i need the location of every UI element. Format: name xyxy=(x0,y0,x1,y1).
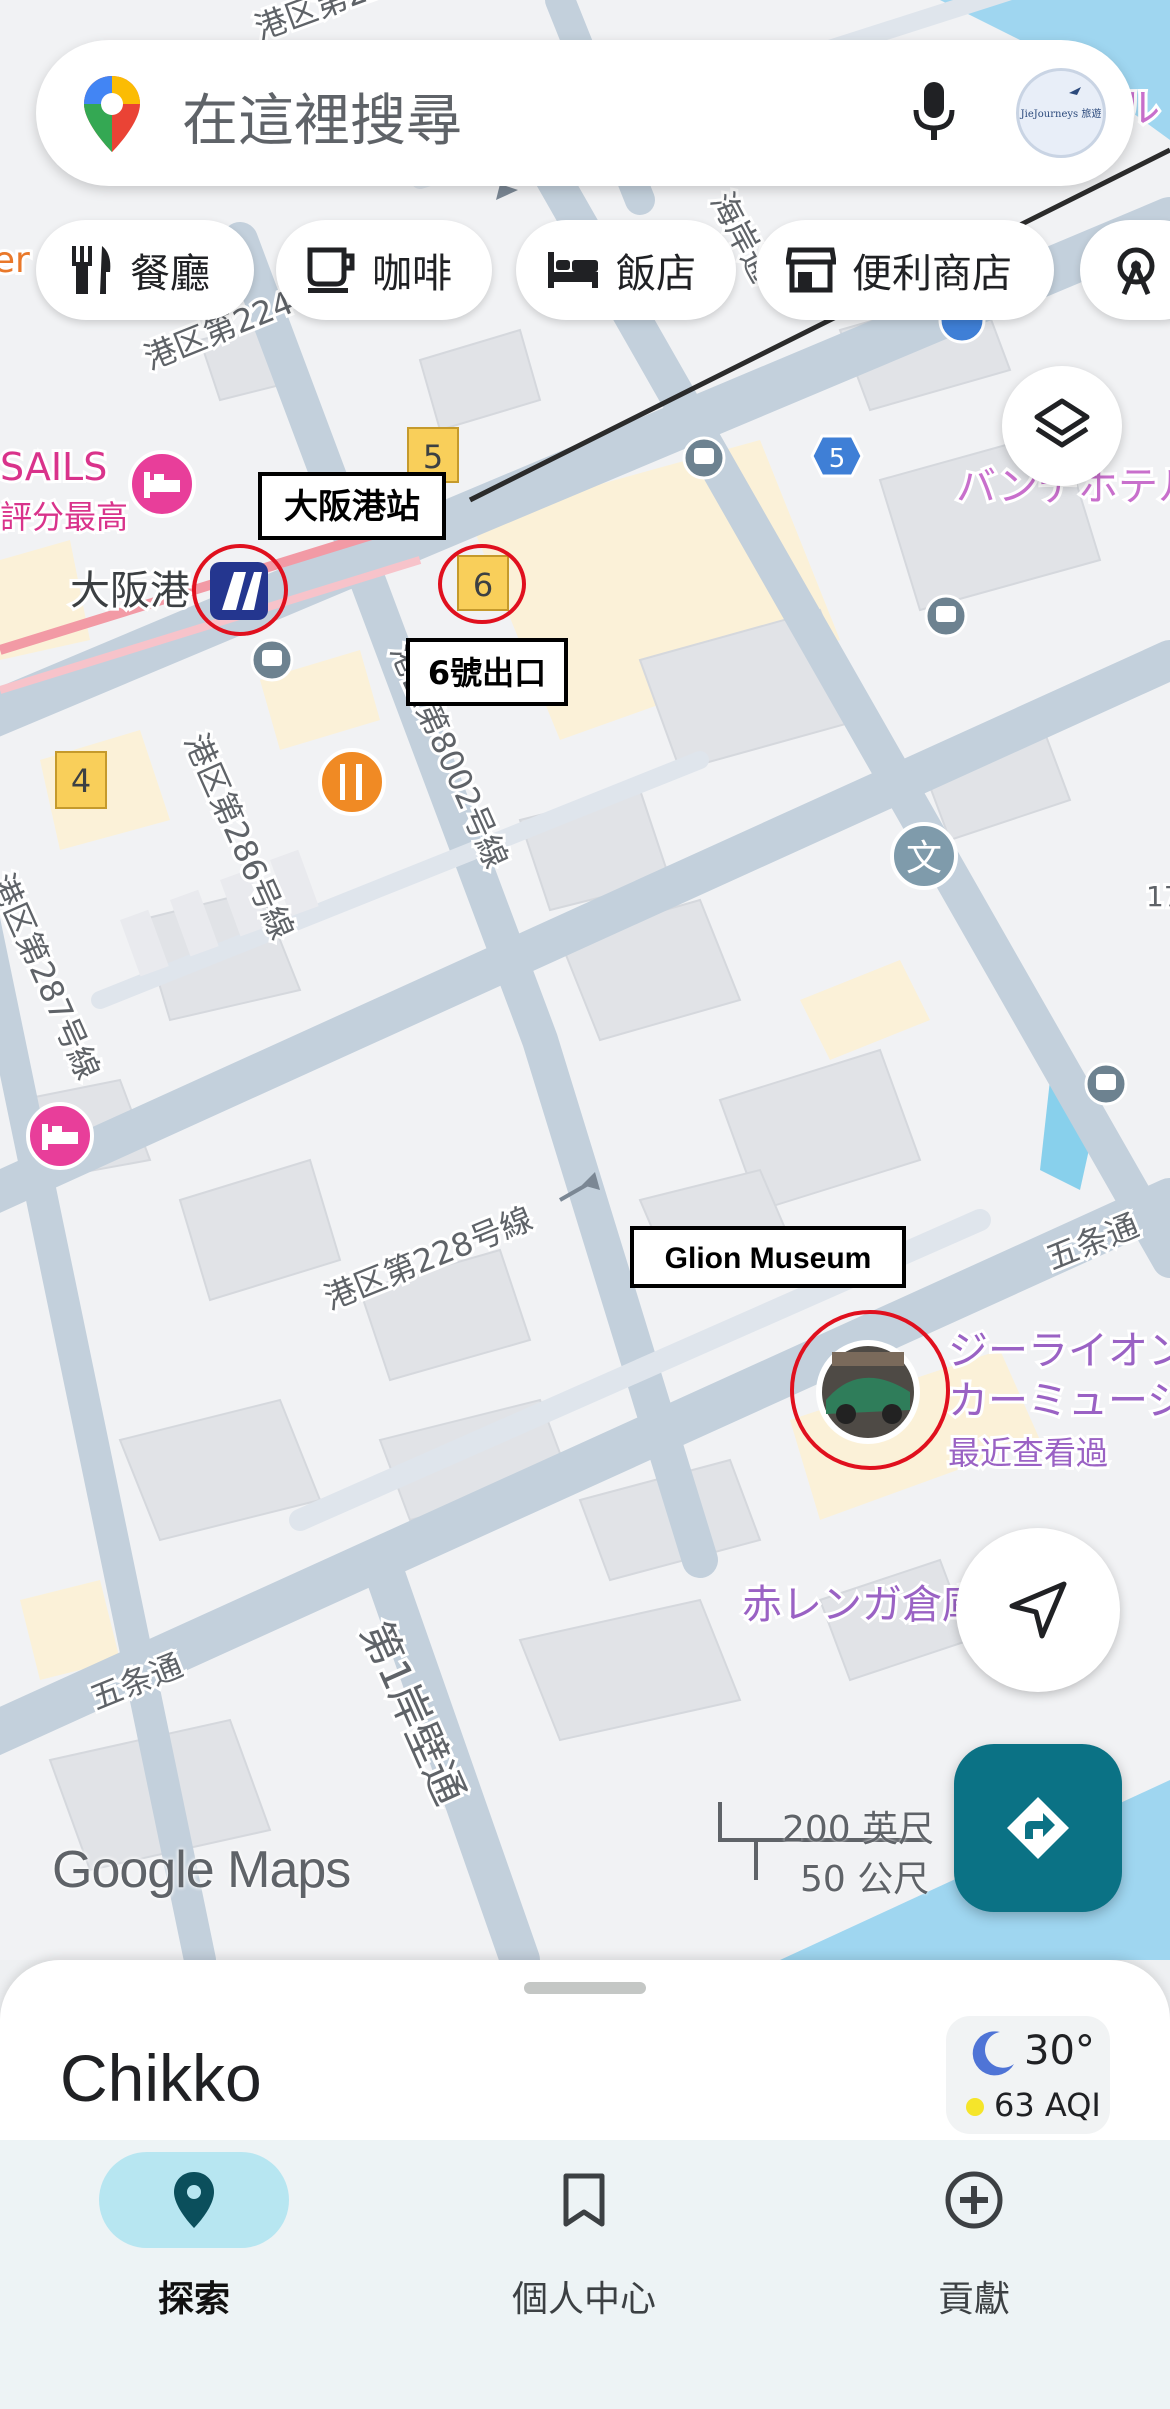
svg-text:4: 4 xyxy=(71,762,91,800)
bus-stop-icon[interactable] xyxy=(924,594,968,638)
google-maps-pin-icon xyxy=(82,74,142,158)
profile-avatar[interactable]: JieJourneys 旅遊 xyxy=(1016,68,1106,158)
map-scale: 200 英尺 50 公尺 xyxy=(716,1800,936,1900)
svg-text:Glion Museum: Glion Museum xyxy=(665,1242,872,1275)
red-brick-label: 赤レンガ倉庫 xyxy=(742,1582,982,1628)
directions-icon xyxy=(1007,1797,1069,1859)
nav-explore[interactable]: 探索 xyxy=(64,2152,324,2322)
svg-text:文: 文 xyxy=(906,838,942,879)
svg-text:大阪港站: 大阪港站 xyxy=(284,487,420,527)
nav-contribute[interactable]: 貢獻 xyxy=(844,2152,1104,2322)
google-maps-logo: Google Maps xyxy=(52,1841,351,1899)
scale-imperial: 200 英尺 xyxy=(782,1809,935,1850)
chip-label: 便利商店 xyxy=(852,251,1012,297)
chip-attractions[interactable] xyxy=(1080,220,1170,320)
weather-temperature: 30° xyxy=(1024,2028,1095,2074)
museum-photo-pin[interactable] xyxy=(816,1340,920,1444)
search-placeholder[interactable]: 在這裡搜尋 xyxy=(182,76,462,157)
exit-badge[interactable]: 6 xyxy=(457,555,509,611)
nav-label: 探索 xyxy=(157,2279,230,2320)
nav-profile[interactable]: 個人中心 xyxy=(454,2152,714,2322)
chip-convenience-store[interactable]: 便利商店 xyxy=(756,220,1054,320)
svg-text:5: 5 xyxy=(829,444,846,474)
hotel-pin-icon[interactable] xyxy=(128,450,196,518)
edge-label-left: der xyxy=(0,240,30,281)
nav-label: 貢獻 xyxy=(937,2279,1010,2320)
restaurant-pin-icon[interactable] xyxy=(318,748,386,816)
chip-label: 飯店 xyxy=(616,251,696,297)
svg-text:6號出口: 6號出口 xyxy=(428,654,546,692)
annotation-exit-box: 6號出口 xyxy=(406,638,568,706)
add-circle-icon xyxy=(945,2171,1003,2229)
museum-name-line1: ジーライオン xyxy=(948,1328,1170,1374)
my-location-button[interactable] xyxy=(956,1528,1120,1692)
hotel-subtitle: 評分最高 xyxy=(0,498,128,536)
scale-metric: 50 公尺 xyxy=(800,1859,930,1900)
bed-icon xyxy=(548,252,598,288)
ferris-wheel-icon xyxy=(1117,247,1155,295)
navigation-arrow-icon xyxy=(1009,1581,1067,1639)
station-name: 大阪港 xyxy=(70,568,190,614)
directions-button[interactable] xyxy=(954,1744,1122,1912)
nav-label: 個人中心 xyxy=(511,2279,656,2320)
place-bottom-sheet[interactable]: Chikko 30° 63 AQI xyxy=(0,1960,1170,2140)
bus-stop-icon[interactable] xyxy=(682,436,726,480)
hotel-name: SAILS xyxy=(0,445,107,489)
museum-recent-label: 最近查看過 xyxy=(948,1434,1108,1472)
chip-restaurants[interactable]: 餐廳 xyxy=(36,220,254,320)
bus-stop-icon[interactable] xyxy=(250,638,294,682)
chip-hotels[interactable]: 飯店 xyxy=(516,220,736,320)
weather-aqi: 63 AQI xyxy=(994,2086,1101,2124)
weather-widget[interactable]: 30° 63 AQI xyxy=(946,2016,1110,2134)
bookmark-icon xyxy=(563,2173,605,2227)
moon-icon xyxy=(972,2031,1014,2076)
svg-text:5: 5 xyxy=(423,438,443,476)
sheet-drag-handle[interactable] xyxy=(524,1982,646,1994)
svg-text:6: 6 xyxy=(473,566,493,604)
svg-text:JieJourneys 旅遊: JieJourneys 旅遊 xyxy=(1020,107,1102,120)
area-name: Chikko xyxy=(60,2041,262,2115)
chip-label: 咖啡 xyxy=(372,251,452,297)
map-layers-button[interactable] xyxy=(1002,366,1122,486)
metro-station-icon[interactable] xyxy=(210,562,268,620)
museum-name-line2: カーミュージ xyxy=(948,1378,1170,1424)
store-icon xyxy=(786,247,836,293)
aqi-dot xyxy=(966,2098,984,2116)
edge-label-right: 17 xyxy=(1146,880,1170,913)
annotation-station-box: 大阪港站 xyxy=(258,472,446,540)
school-pin-icon[interactable]: 文 xyxy=(890,822,958,890)
location-pin-icon xyxy=(174,2172,214,2228)
exit-badge[interactable]: 4 xyxy=(55,751,107,809)
route-badge-icon: 5 xyxy=(810,434,864,478)
chip-label: 餐廳 xyxy=(130,251,210,297)
chip-coffee[interactable]: 咖啡 xyxy=(276,220,492,320)
coffee-cup-icon xyxy=(307,247,355,293)
layers-icon xyxy=(1034,398,1090,448)
annotation-museum-box: Glion Museum xyxy=(630,1226,906,1288)
bottom-navigation: 探索 個人中心 貢獻 xyxy=(0,2140,1170,2409)
hotel-pin-icon[interactable] xyxy=(26,1102,94,1170)
bus-stop-icon[interactable] xyxy=(1084,1062,1128,1106)
microphone-icon[interactable] xyxy=(912,80,956,148)
search-bar[interactable]: 在這裡搜尋 JieJourneys 旅遊 xyxy=(36,40,1134,186)
fork-knife-icon xyxy=(72,246,111,294)
